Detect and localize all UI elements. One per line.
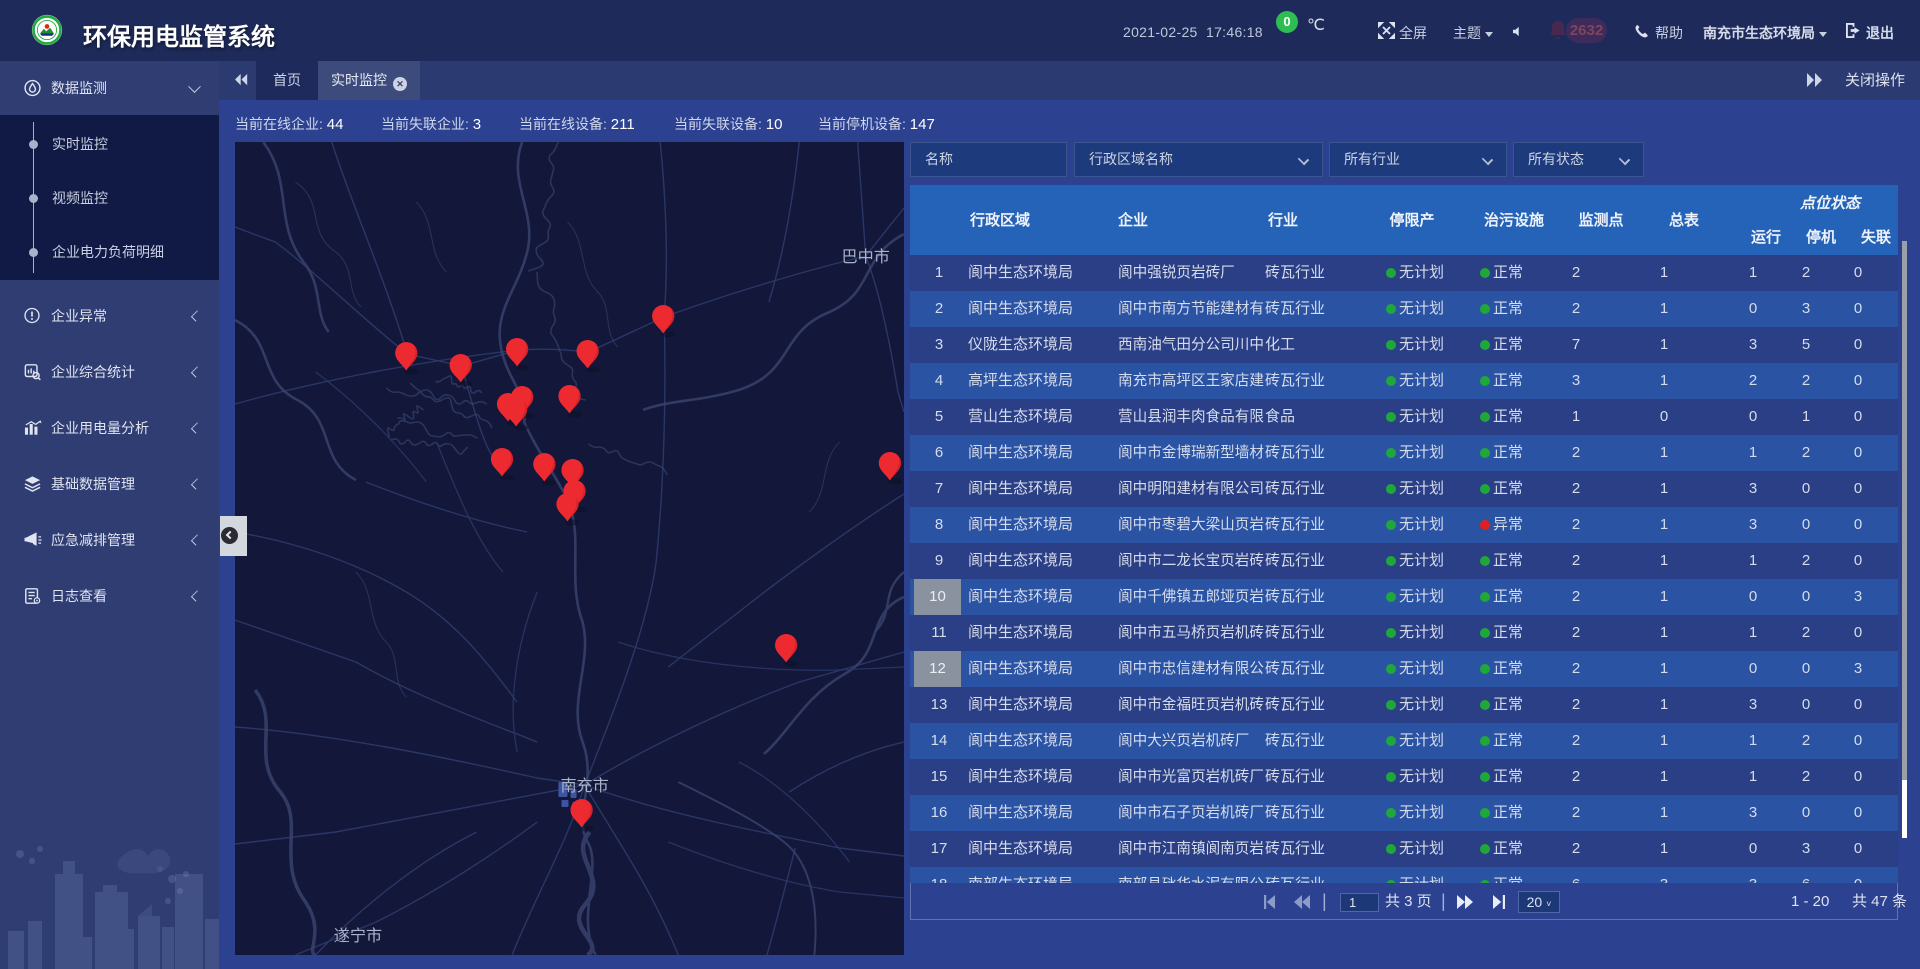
svg-text:南充市: 南充市 <box>560 777 608 795</box>
svg-text:遂宁市: 遂宁市 <box>334 927 382 945</box>
svg-text:巴中市: 巴中市 <box>842 248 890 266</box>
